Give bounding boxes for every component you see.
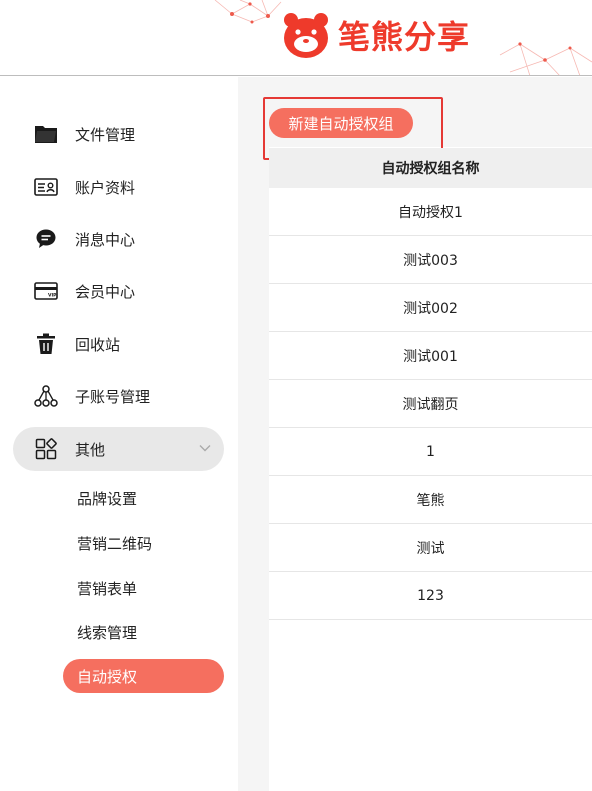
sub-item-marketing-qrcode[interactable]: 营销二维码 bbox=[63, 526, 224, 560]
sidebar-item-label: 消息中心 bbox=[75, 230, 136, 249]
table-body: 自动授权1 测试003 测试002 测试001 测试翻页 1 笔熊 测试 123 bbox=[269, 188, 592, 620]
table-row[interactable]: 测试 bbox=[269, 524, 592, 572]
table-row[interactable]: 测试翻页 bbox=[269, 380, 592, 428]
column-header-group-name: 自动授权组名称 bbox=[381, 161, 480, 177]
table-row[interactable]: 1 bbox=[269, 428, 592, 476]
top-header: 笔熊分享 bbox=[0, 0, 592, 76]
table-row[interactable]: 123 bbox=[269, 572, 592, 620]
sidebar-item-label: 会员中心 bbox=[75, 282, 136, 301]
new-auto-auth-group-button[interactable]: 新建自动授权组 bbox=[269, 108, 413, 138]
sidebar-item-message-center[interactable]: 消息中心 bbox=[13, 217, 224, 261]
trash-icon bbox=[34, 332, 58, 356]
brand-name: 笔熊分享 bbox=[338, 18, 471, 56]
id-card-icon bbox=[34, 175, 58, 199]
table-row[interactable]: 测试003 bbox=[269, 236, 592, 284]
bear-logo-icon bbox=[284, 13, 328, 58]
sidebar-item-others[interactable]: 其他 bbox=[13, 427, 224, 471]
table-row[interactable]: 测试002 bbox=[269, 284, 592, 332]
sidebar-item-sub-account[interactable]: 子账号管理 bbox=[13, 374, 224, 418]
svg-text:VIP: VIP bbox=[48, 293, 57, 299]
apps-icon bbox=[34, 437, 58, 461]
chat-bubble-icon bbox=[34, 227, 58, 251]
brand-logo[interactable]: 笔熊分享 bbox=[280, 10, 470, 60]
table-row[interactable]: 笔熊 bbox=[269, 476, 592, 524]
table-row[interactable]: 自动授权1 bbox=[269, 188, 592, 236]
sidebar-item-account-profile[interactable]: 账户资料 bbox=[13, 165, 224, 209]
chevron-down-icon bbox=[199, 445, 211, 452]
table-row[interactable]: 测试001 bbox=[269, 332, 592, 380]
sidebar-item-label: 回收站 bbox=[75, 335, 121, 354]
sidebar-item-file-management[interactable]: 文件管理 bbox=[13, 112, 224, 156]
sub-item-auto-authorization[interactable]: 自动授权 bbox=[63, 659, 224, 693]
sidebar-item-recycle-bin[interactable]: 回收站 bbox=[13, 322, 224, 366]
sub-item-lead-management[interactable]: 线索管理 bbox=[63, 615, 224, 649]
sidebar: 文件管理 账户资料 消息中心 VIP 会员中心 回收站 子账号管理 其他 品牌设… bbox=[0, 77, 238, 791]
sidebar-item-label: 账户资料 bbox=[75, 178, 136, 197]
sidebar-item-label: 子账号管理 bbox=[75, 387, 151, 406]
org-tree-icon bbox=[34, 384, 58, 408]
sidebar-item-label: 其他 bbox=[75, 440, 106, 459]
sidebar-item-label: 文件管理 bbox=[75, 125, 136, 144]
table-header: 自动授权组名称 bbox=[269, 148, 592, 188]
sidebar-item-member-center[interactable]: VIP 会员中心 bbox=[13, 269, 224, 313]
folder-icon bbox=[34, 122, 58, 146]
sub-item-marketing-form[interactable]: 营销表单 bbox=[63, 571, 224, 605]
sub-item-brand-settings[interactable]: 品牌设置 bbox=[63, 481, 224, 515]
vip-card-icon: VIP bbox=[34, 279, 58, 303]
